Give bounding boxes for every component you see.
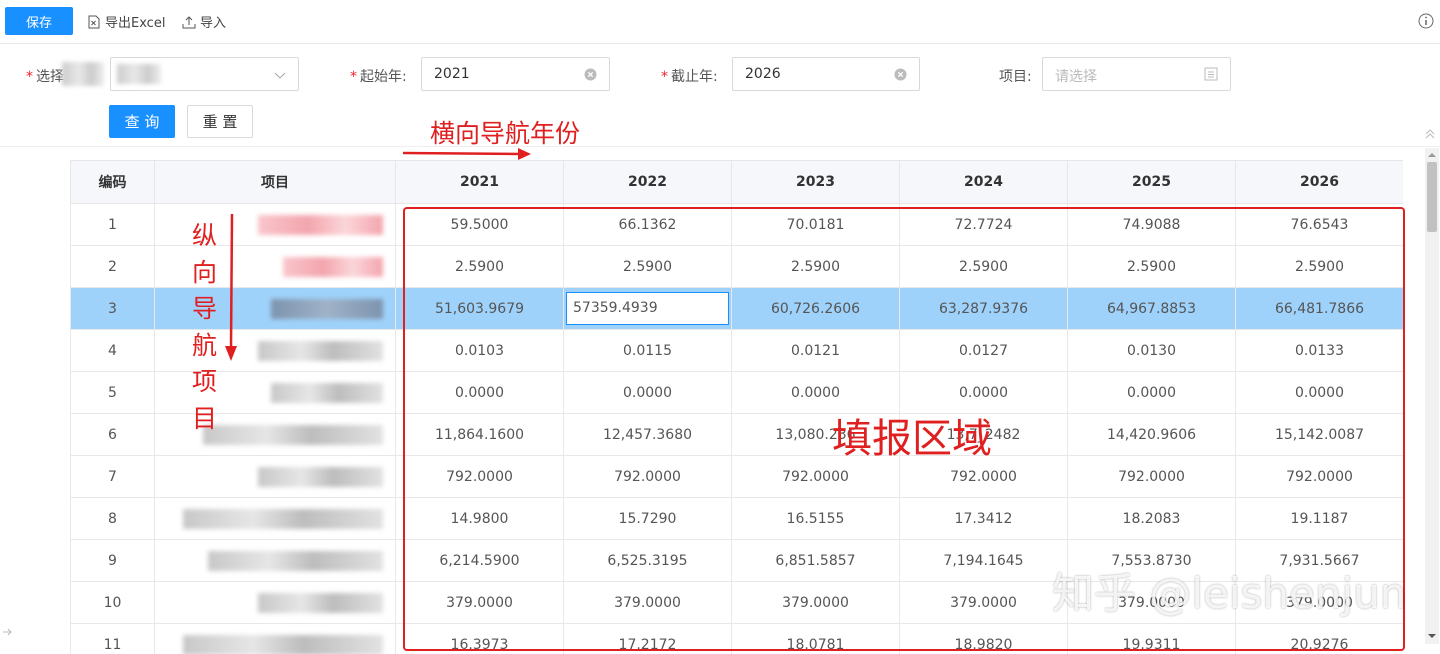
scrollbar-thumb[interactable]: [1427, 162, 1437, 232]
collapse-up-icon[interactable]: [1424, 128, 1436, 140]
code-cell: 2: [70, 245, 155, 288]
watermark: 知乎 @leishenjun: [1052, 569, 1407, 618]
redacted-project-name: [208, 550, 383, 571]
end-year-select[interactable]: 2026: [732, 57, 920, 91]
redacted-project-name: [258, 592, 383, 613]
project-name-cell: [154, 287, 396, 330]
column-header[interactable]: 编码: [70, 160, 155, 204]
toolbar: 保存 导出Excel 导入: [0, 0, 1440, 44]
end-year-value: 2026: [745, 66, 781, 82]
export-excel-label: 导出Excel: [105, 16, 166, 31]
scroll-up-arrow-icon[interactable]: [1428, 151, 1436, 159]
project-name-cell: [154, 371, 396, 414]
project-name-cell: [154, 497, 396, 540]
end-year-label: * 截止年:: [661, 69, 718, 85]
divider: [0, 146, 1440, 147]
column-header[interactable]: 项目: [154, 160, 396, 204]
code-cell: 10: [70, 581, 155, 624]
redacted-project-name: [258, 340, 383, 361]
redacted-project-name: [271, 382, 383, 403]
project-placeholder: 请选择: [1055, 69, 1097, 85]
excel-file-icon: [88, 15, 100, 28]
fill-area-annotation: 填报区域: [832, 416, 992, 462]
table-header-row: 编码 项目 2021 2022 2023 2024 2025 2026: [70, 160, 1403, 204]
import-button[interactable]: 导入: [182, 12, 226, 31]
code-cell: 7: [70, 455, 155, 498]
export-excel-button[interactable]: 导出Excel: [87, 12, 165, 31]
start-year-select[interactable]: 2021: [421, 57, 610, 91]
project-name-cell: [154, 455, 396, 498]
redacted-project-name: [283, 256, 383, 277]
project-name-cell: [154, 623, 396, 654]
project-select[interactable]: 请选择: [1042, 57, 1231, 91]
import-label: 导入: [200, 16, 227, 31]
right-arrow-annotation: [402, 148, 531, 160]
redacted-text: [62, 62, 104, 86]
project-name-cell: [154, 203, 396, 246]
exit-icon[interactable]: [2, 626, 14, 638]
code-cell: 1: [70, 203, 155, 246]
clear-icon[interactable]: [584, 68, 597, 81]
redacted-project-name: [271, 298, 383, 319]
list-icon: [1204, 67, 1218, 81]
reset-button[interactable]: 重 置: [187, 105, 253, 138]
project-name-cell: [154, 413, 396, 456]
project-name-cell: [154, 329, 396, 372]
redacted-project-name: [258, 214, 383, 235]
code-cell: 3: [70, 287, 155, 330]
code-cell: 8: [70, 497, 155, 540]
code-cell: 5: [70, 371, 155, 414]
code-cell: 11: [70, 623, 155, 654]
column-header[interactable]: 2022: [563, 160, 732, 204]
scroll-down-arrow-icon[interactable]: [1428, 632, 1436, 640]
column-header[interactable]: 2025: [1067, 160, 1236, 204]
code-cell: 9: [70, 539, 155, 582]
upload-icon: [182, 15, 196, 28]
project-name-cell: [154, 539, 396, 582]
info-icon[interactable]: [1418, 13, 1434, 29]
start-year-label: * 起始年:: [350, 69, 407, 85]
query-button[interactable]: 查 询: [109, 105, 175, 138]
column-header[interactable]: 2026: [1235, 160, 1403, 204]
redacted-project-name: [203, 424, 383, 445]
vertical-scrollbar[interactable]: [1425, 148, 1439, 644]
clear-icon[interactable]: [894, 68, 907, 81]
column-header[interactable]: 2024: [899, 160, 1068, 204]
redacted-project-name: [258, 466, 383, 487]
category-select[interactable]: [110, 57, 299, 91]
redacted-value: [117, 64, 161, 84]
redacted-project-name: [183, 508, 383, 529]
save-button[interactable]: 保存: [5, 7, 73, 35]
code-cell: 4: [70, 329, 155, 372]
redacted-project-name: [183, 634, 383, 654]
project-name-cell: [154, 245, 396, 288]
start-year-value: 2021: [434, 66, 470, 82]
project-label: 项目:: [999, 69, 1032, 85]
chevron-down-icon: [274, 72, 286, 79]
select-label: * 选择: [26, 69, 64, 85]
project-name-cell: [154, 581, 396, 624]
column-header[interactable]: 2021: [395, 160, 564, 204]
down-arrow-annotation: [225, 213, 237, 361]
code-cell: 6: [70, 413, 155, 456]
vertical-nav-annotation: 纵向导航项目: [192, 221, 218, 433]
column-header[interactable]: 2023: [731, 160, 900, 204]
